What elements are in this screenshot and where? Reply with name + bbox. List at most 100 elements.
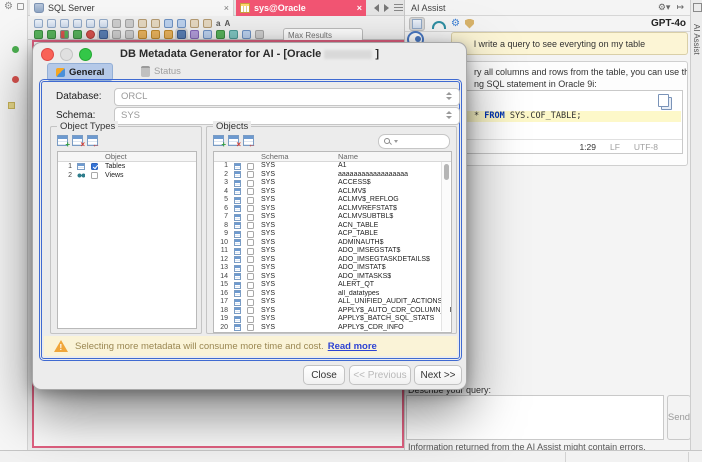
revert-row-icon[interactable] [87, 135, 98, 146]
objects-search-input[interactable] [378, 134, 450, 149]
debug-icon[interactable] [151, 30, 160, 39]
object-row[interactable]: 8 SYS ACN_TABLE [214, 222, 451, 231]
row-checkbox[interactable] [91, 172, 98, 179]
object-row[interactable]: 12 SYS ADO_IMSEGTASKDETAILS$ [214, 256, 451, 265]
object-row[interactable]: 15 SYS ALERT_QT [214, 281, 451, 290]
print-icon[interactable] [99, 19, 108, 28]
add-row-icon[interactable] [213, 135, 224, 146]
object-row[interactable]: 3 SYS ACCESS$ [214, 179, 451, 188]
table-view-icon[interactable] [99, 30, 108, 39]
next-tab-icon[interactable] [384, 4, 389, 12]
cut-icon[interactable] [125, 19, 134, 28]
delete-row-icon[interactable] [228, 135, 239, 146]
redo-icon[interactable] [177, 19, 186, 28]
object-row[interactable]: 16 SYS all_datatypes [214, 290, 451, 299]
add-row-icon[interactable] [57, 135, 68, 146]
copy-code-icon[interactable] [661, 97, 672, 110]
paste-icon[interactable] [151, 19, 160, 28]
save-all-icon[interactable] [73, 19, 82, 28]
row-checkbox[interactable] [247, 188, 254, 195]
chat-tab-icon[interactable] [409, 17, 425, 31]
database-icon[interactable] [203, 30, 212, 39]
copy-icon[interactable] [138, 19, 147, 28]
add-icon[interactable] [255, 30, 264, 39]
object-row[interactable]: 17 SYS ALL_UNIFIED_AUDIT_ACTIONS [214, 298, 451, 307]
sync-icon[interactable] [34, 30, 43, 39]
undo-icon[interactable] [164, 19, 173, 28]
select-region-icon[interactable] [112, 19, 121, 28]
object-row[interactable]: 14 SYS ADO_IMTASKS$ [214, 273, 451, 282]
query-input[interactable] [406, 395, 664, 440]
row-checkbox[interactable] [247, 273, 254, 280]
column-header-schema[interactable]: Schema [257, 152, 334, 161]
row-checkbox[interactable] [247, 299, 254, 306]
card-icon[interactable] [242, 30, 251, 39]
search-options-caret-icon[interactable] [394, 140, 398, 143]
row-checkbox[interactable] [247, 324, 254, 331]
stop-icon[interactable] [112, 30, 121, 39]
read-more-link[interactable]: Read more [328, 341, 377, 352]
export-icon[interactable] [86, 19, 95, 28]
row-checkbox[interactable] [247, 171, 254, 178]
row-checkbox[interactable] [247, 282, 254, 289]
row-checkbox[interactable] [247, 222, 254, 229]
object-row[interactable]: 13 SYS ADO_IMSTAT$ [214, 264, 451, 273]
tab-list-icon[interactable] [394, 4, 403, 12]
database-combobox[interactable]: ORCL [114, 88, 460, 106]
row-checkbox[interactable] [247, 239, 254, 246]
revert-row-icon[interactable] [243, 135, 254, 146]
window-layout-icon[interactable] [693, 3, 702, 12]
row-checkbox[interactable] [247, 197, 254, 204]
save-icon[interactable] [60, 19, 69, 28]
commit-icon[interactable] [216, 30, 225, 39]
new-file-icon[interactable] [34, 19, 43, 28]
row-checkbox[interactable] [247, 256, 254, 263]
model-selector[interactable]: GPT-4o [651, 18, 686, 29]
tab-status[interactable]: Status [133, 63, 189, 79]
history-icon[interactable] [432, 21, 446, 29]
object-row[interactable]: 21 SYS APPLY$_CHANGE_HANDLERS [214, 332, 451, 333]
find-icon[interactable] [190, 19, 199, 28]
object-row[interactable]: 6 SYS ACLMVREFSTAT$ [214, 205, 451, 214]
privacy-icon[interactable] [465, 19, 474, 29]
close-tab-icon[interactable]: × [357, 3, 362, 13]
record-gutter-icon[interactable] [12, 76, 19, 83]
tab-sql-server[interactable]: SQL Server × [30, 0, 234, 16]
ai-assist-side-tab[interactable]: AI Assist [692, 24, 701, 55]
row-checkbox[interactable] [247, 205, 254, 212]
attach-icon[interactable] [138, 30, 147, 39]
schema-icon[interactable] [190, 30, 199, 39]
row-checkbox[interactable] [247, 290, 254, 297]
send-button[interactable]: Send [667, 395, 691, 440]
object-row[interactable]: 9 SYS ACP_TABLE [214, 230, 451, 239]
object-row[interactable]: 5 SYS ACLMV$_REFLOG [214, 196, 451, 205]
refresh-icon[interactable] [73, 30, 82, 39]
run-gutter-icon[interactable] [12, 46, 19, 53]
object-row[interactable]: 4 SYS ACLMV$ [214, 188, 451, 197]
settings-icon[interactable]: ⚙ [4, 2, 13, 12]
object-row[interactable]: 1 SYS A1 [214, 162, 451, 171]
ai-settings-icon[interactable]: ⚙ [451, 18, 460, 30]
row-checkbox[interactable] [247, 265, 254, 272]
object-row[interactable]: 7 SYS ACLMVSUBTBL$ [214, 213, 451, 222]
row-checkbox[interactable] [247, 231, 254, 238]
row-checkbox[interactable] [91, 163, 98, 170]
object-type-row[interactable]: 2 Views [58, 171, 196, 180]
tab-general[interactable]: General [47, 63, 113, 81]
next-button[interactable]: Next >> [414, 365, 462, 385]
connect-icon[interactable] [229, 30, 238, 39]
scrollbar-thumb[interactable] [444, 164, 449, 180]
row-checkbox[interactable] [247, 180, 254, 187]
font-decrease-icon[interactable]: a [216, 19, 220, 28]
replace-icon[interactable] [203, 19, 212, 28]
object-row[interactable]: 11 SYS ADO_IMSEGSTAT$ [214, 247, 451, 256]
vertical-scrollbar[interactable] [441, 162, 450, 331]
schema-combobox[interactable]: SYS [114, 107, 460, 125]
pause-icon[interactable] [125, 30, 134, 39]
previous-button[interactable]: << Previous [349, 365, 411, 385]
object-row[interactable]: 10 SYS ADMINAUTH$ [214, 239, 451, 248]
open-icon[interactable] [47, 19, 56, 28]
panel-settings-icon[interactable]: ⚙▾ [658, 2, 671, 13]
prev-tab-icon[interactable] [374, 4, 379, 12]
window-icon[interactable] [177, 30, 186, 39]
